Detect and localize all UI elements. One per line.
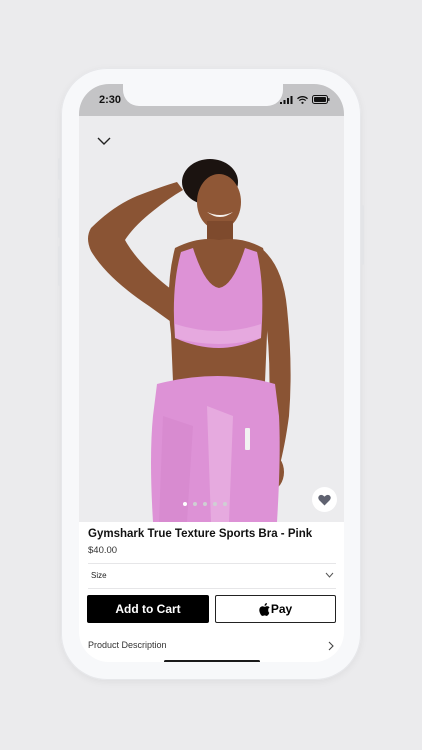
- page-dot[interactable]: [183, 502, 187, 506]
- signal-icon: [280, 95, 293, 104]
- chevron-down-icon[interactable]: [97, 136, 111, 146]
- product-description-row[interactable]: Product Description: [88, 636, 336, 656]
- chevron-down-icon: [325, 572, 334, 578]
- wifi-icon: [297, 95, 308, 104]
- home-indicator[interactable]: [164, 660, 260, 662]
- page-dot[interactable]: [223, 502, 227, 506]
- page-dot[interactable]: [193, 502, 197, 506]
- wishlist-button[interactable]: [312, 487, 337, 512]
- status-icons: [280, 95, 330, 104]
- page-dot[interactable]: [213, 502, 217, 506]
- app-screen: 2:30 Gymshark True Texture Sports Bra - …: [79, 84, 344, 662]
- phone-side-button: [58, 158, 61, 180]
- chevron-right-icon: [328, 641, 334, 651]
- status-bar: 2:30: [79, 84, 344, 116]
- phone-notch: [123, 84, 283, 106]
- product-description-label: Product Description: [88, 640, 167, 650]
- size-label: Size: [91, 571, 107, 580]
- phone-volume-up: [58, 198, 61, 238]
- product-title: Gymshark True Texture Sports Bra - Pink: [88, 528, 313, 540]
- product-price: $40.00: [88, 545, 118, 556]
- apple-logo-icon: [259, 602, 270, 616]
- model-photo: [79, 116, 344, 522]
- apple-pay-label: Pay: [270, 602, 293, 616]
- status-time: 2:30: [99, 94, 122, 106]
- phone-volume-down: [58, 246, 61, 286]
- phone-power-button: [361, 205, 364, 265]
- add-to-cart-button[interactable]: Add to Cart: [87, 595, 209, 623]
- product-image-gallery[interactable]: [79, 116, 344, 522]
- size-selector[interactable]: Size: [88, 564, 336, 588]
- gallery-page-indicator[interactable]: [183, 502, 227, 506]
- page-dot[interactable]: [203, 502, 207, 506]
- divider: [88, 588, 336, 589]
- battery-icon: [312, 95, 330, 104]
- heart-icon: [318, 494, 331, 505]
- apple-pay-button[interactable]: Pay: [215, 595, 336, 623]
